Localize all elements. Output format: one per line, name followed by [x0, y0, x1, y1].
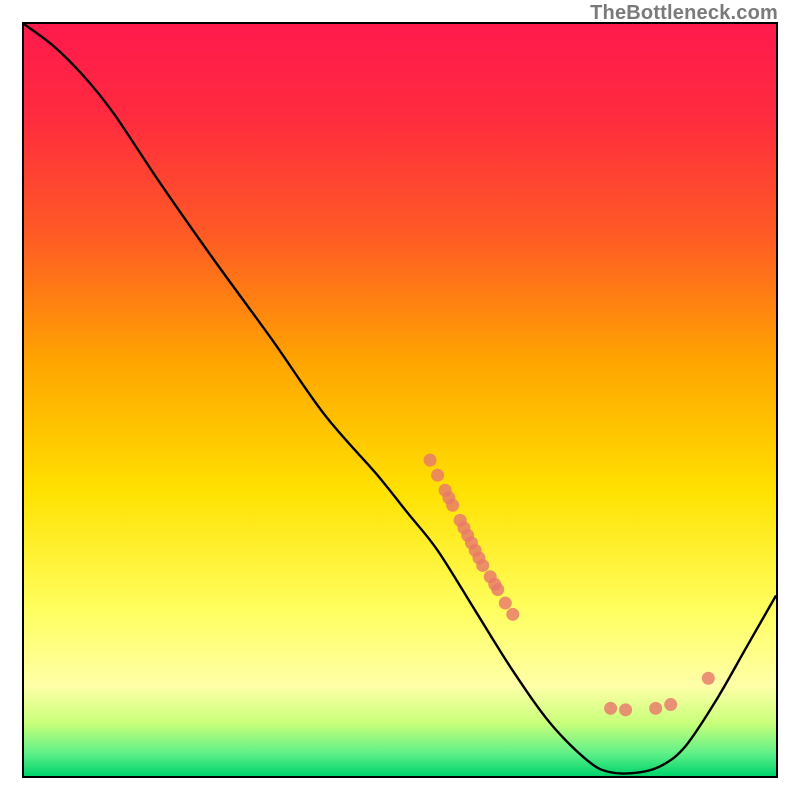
scatter-dot [604, 702, 617, 715]
scatter-dot [619, 703, 632, 716]
scatter-dot [431, 469, 444, 482]
scatter-dot [476, 559, 489, 572]
scatter-dots [424, 454, 715, 717]
scatter-dot [664, 698, 677, 711]
bottleneck-curve [24, 24, 776, 773]
chart-container: TheBottleneck.com [0, 0, 800, 800]
plot-area [22, 22, 778, 778]
scatter-dot [506, 608, 519, 621]
scatter-dot [446, 499, 459, 512]
scatter-dot [491, 583, 504, 596]
scatter-dot [424, 454, 437, 467]
curve-layer [24, 24, 776, 776]
scatter-dot [649, 702, 662, 715]
scatter-dot [702, 672, 715, 685]
scatter-dot [499, 597, 512, 610]
